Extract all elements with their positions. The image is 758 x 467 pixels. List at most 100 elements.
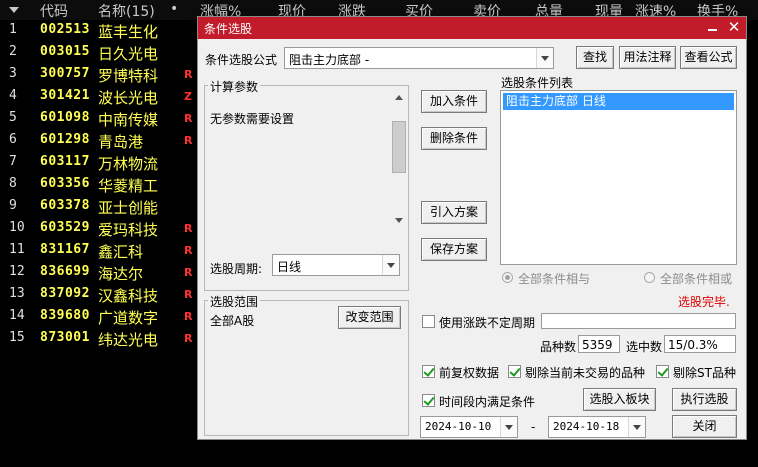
table-row[interactable]: 4 301421 波长光电 Z <box>0 86 200 108</box>
stock-name: 青岛港 <box>98 133 144 151</box>
table-row[interactable]: 1 002513 蓝丰生化 <box>0 20 200 42</box>
row-number: 11 <box>9 242 25 257</box>
exclude-st-checkbox[interactable] <box>656 365 669 378</box>
stock-code: 836699 <box>40 264 90 279</box>
table-row[interactable]: 11 831167 鑫汇科 R <box>0 240 200 262</box>
time-range-checkbox[interactable] <box>422 394 435 407</box>
row-number: 5 <box>9 110 17 125</box>
dropdown-arrow-icon[interactable] <box>9 7 19 13</box>
date-to-picker[interactable]: 2024-10-18 <box>548 416 646 438</box>
stock-name: 广道数字 <box>98 309 159 327</box>
row-number: 15 <box>9 330 25 345</box>
table-row[interactable]: 12 836699 海达尔 R <box>0 262 200 284</box>
row-number: 1 <box>9 22 17 37</box>
table-row[interactable]: 9 603378 亚士创能 <box>0 196 200 218</box>
execute-select-button[interactable]: 执行选股 <box>672 388 737 411</box>
formula-label: 条件选股公式 <box>205 53 278 67</box>
col-dot: • <box>170 1 179 17</box>
prev-rights-checkbox[interactable] <box>422 365 435 378</box>
chevron-down-icon[interactable] <box>628 417 645 437</box>
table-row[interactable]: 5 601098 中南传媒 R <box>0 108 200 130</box>
import-plan-button[interactable]: 引入方案 <box>421 201 487 224</box>
date-from-picker[interactable]: 2024-10-10 <box>420 416 518 438</box>
uncertain-period-label: 使用涨跌不定周期 <box>439 316 536 330</box>
exclude-inactive-checkbox[interactable] <box>508 365 521 378</box>
stock-code: 839680 <box>40 308 90 323</box>
row-flag: R <box>184 310 193 323</box>
table-row[interactable]: 15 873001 纬达光电 R <box>0 328 200 350</box>
stock-code: 002513 <box>40 22 90 37</box>
scroll-down-icon[interactable] <box>395 218 403 223</box>
usage-notes-button[interactable]: 用法注释 <box>619 46 676 69</box>
date-separator: - <box>531 420 536 434</box>
row-number: 2 <box>9 44 17 59</box>
selected-count-label: 选中数 <box>626 340 663 354</box>
minimize-icon[interactable] <box>706 20 720 34</box>
stock-code: 601098 <box>40 110 90 125</box>
table-row[interactable]: 10 603529 爱玛科技 R <box>0 218 200 240</box>
stock-list: 1 002513 蓝丰生化 2 003015 日久光电 3 300757 罗博特科 R 4 30142… <box>0 20 200 350</box>
radio-or-label: 全部条件相或 <box>660 272 733 286</box>
stock-name: 日久光电 <box>98 45 159 63</box>
table-row[interactable]: 6 601298 青岛港 R <box>0 130 200 152</box>
radio-or[interactable] <box>644 272 655 283</box>
add-condition-button[interactable]: 加入条件 <box>421 90 487 113</box>
col-name[interactable]: 名称(15) <box>98 1 155 21</box>
stock-name: 华菱精工 <box>98 177 159 195</box>
stock-name: 汉鑫科技 <box>98 287 159 305</box>
prev-rights-label: 前复权数据 <box>439 366 500 380</box>
stock-code: 603356 <box>40 176 90 191</box>
row-number: 8 <box>9 176 17 191</box>
stock-name: 亚士创能 <box>98 199 159 217</box>
delete-condition-button[interactable]: 删除条件 <box>421 127 487 150</box>
stock-code: 601298 <box>40 132 90 147</box>
change-range-button[interactable]: 改变范围 <box>338 306 401 329</box>
table-row[interactable]: 3 300757 罗博特科 R <box>0 64 200 86</box>
no-params-text: 无参数需要设置 <box>210 112 295 126</box>
table-row[interactable]: 8 603356 华菱精工 <box>0 174 200 196</box>
row-flag: R <box>184 266 193 279</box>
period-select[interactable]: 日线 <box>272 254 400 276</box>
table-row[interactable]: 13 837092 汉鑫科技 R <box>0 284 200 306</box>
params-scrollbar[interactable] <box>391 91 407 227</box>
find-button[interactable]: 查找 <box>576 46 614 69</box>
stock-code: 300757 <box>40 66 90 81</box>
table-row[interactable]: 7 603117 万林物流 <box>0 152 200 174</box>
add-to-board-button[interactable]: 选股入板块 <box>583 388 656 411</box>
radio-and[interactable] <box>502 272 513 283</box>
row-flag: R <box>184 112 193 125</box>
row-flag: R <box>184 288 193 301</box>
save-plan-button[interactable]: 保存方案 <box>421 238 487 261</box>
stock-code: 301421 <box>40 88 90 103</box>
chevron-down-icon[interactable] <box>536 48 553 68</box>
scroll-up-icon[interactable] <box>395 95 403 100</box>
row-number: 14 <box>9 308 25 323</box>
scroll-thumb[interactable] <box>392 121 406 173</box>
formula-select[interactable]: 阻击主力底部 - <box>284 47 554 69</box>
view-formula-button[interactable]: 查看公式 <box>680 46 737 69</box>
stock-count-label: 品种数 <box>540 340 577 354</box>
uncertain-period-input[interactable] <box>541 313 736 329</box>
chevron-down-icon[interactable] <box>382 255 399 275</box>
time-range-label: 时间段内满足条件 <box>439 395 536 409</box>
chevron-down-icon[interactable] <box>500 417 517 437</box>
stock-code: 603117 <box>40 154 90 169</box>
row-flag: R <box>184 244 193 257</box>
row-flag: R <box>184 134 193 147</box>
condition-list-item[interactable]: 阻击主力底部 日线 <box>503 93 734 110</box>
stock-code: 837092 <box>40 286 90 301</box>
col-code[interactable]: 代码 <box>40 1 68 21</box>
table-row[interactable]: 2 003015 日久光电 <box>0 42 200 64</box>
close-icon[interactable]: ✕ <box>726 19 742 35</box>
status-text: 选股完毕. <box>678 295 730 309</box>
table-row[interactable]: 14 839680 广道数字 R <box>0 306 200 328</box>
close-button[interactable]: 关闭 <box>672 415 737 438</box>
selected-count-value: 15/0.3% <box>668 338 718 352</box>
stock-name: 鑫汇科 <box>98 243 144 261</box>
dialog-titlebar[interactable]: 条件选股 ✕ <box>198 17 746 39</box>
stock-count-box: 5359 <box>578 335 620 353</box>
date-to-value: 2024-10-18 <box>553 420 620 433</box>
uncertain-period-checkbox[interactable] <box>422 315 435 328</box>
stock-code: 831167 <box>40 242 90 257</box>
condition-list[interactable]: 阻击主力底部 日线 <box>500 90 737 265</box>
